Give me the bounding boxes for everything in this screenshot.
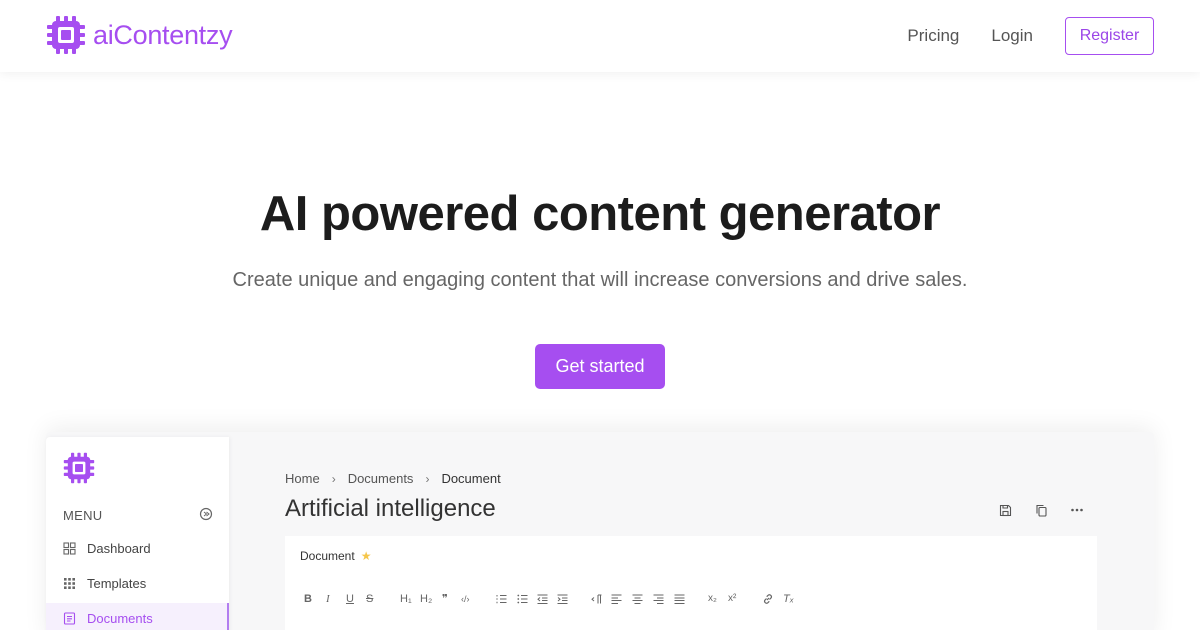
nav-pricing-link[interactable]: Pricing: [907, 26, 959, 46]
sidebar-item-templates[interactable]: Templates: [46, 568, 229, 598]
breadcrumb-home[interactable]: Home: [285, 471, 320, 486]
collapse-menu-icon[interactable]: [199, 507, 213, 521]
subscript-button[interactable]: x₂: [708, 591, 717, 607]
heading2-button[interactable]: H₂: [420, 591, 432, 607]
brand-name: aiContentzy: [93, 19, 233, 50]
app-preview: MENU Dashboard Templates Documents Home …: [46, 432, 1154, 630]
document-editor[interactable]: Document ★ B I U S H₁ H₂ ❞ ‹/› x₂ x² Tₓ: [285, 536, 1097, 630]
align-center-icon[interactable]: [632, 594, 643, 604]
code-button[interactable]: ‹/›: [461, 591, 470, 607]
top-nav: Pricing Login Register: [907, 17, 1154, 55]
align-left-icon[interactable]: [611, 594, 622, 604]
document-title: Artificial intelligence: [285, 495, 496, 522]
superscript-button[interactable]: x²: [728, 591, 736, 607]
document-actions: [998, 503, 1106, 517]
dashboard-icon: [63, 541, 76, 555]
breadcrumb-documents[interactable]: Documents: [348, 471, 414, 486]
app-sidebar: MENU Dashboard Templates Documents: [46, 437, 229, 630]
sidebar-item-label: Documents: [87, 610, 153, 626]
get-started-button[interactable]: Get started: [535, 344, 665, 389]
sidebar-item-documents[interactable]: Documents: [46, 603, 229, 630]
site-header: aiContentzy Pricing Login Register: [0, 0, 1200, 72]
ordered-list-icon[interactable]: [496, 594, 507, 604]
copy-icon[interactable]: [1034, 503, 1048, 517]
register-button[interactable]: Register: [1065, 17, 1154, 55]
chip-icon: [63, 452, 95, 484]
breadcrumb-current: Document: [441, 471, 501, 486]
save-icon[interactable]: [998, 503, 1012, 517]
italic-button[interactable]: I: [326, 591, 330, 607]
link-icon[interactable]: [762, 593, 774, 605]
outdent-icon[interactable]: [537, 594, 548, 604]
clear-format-button[interactable]: Tₓ: [783, 591, 794, 607]
nav-login-link[interactable]: Login: [991, 26, 1033, 46]
star-icon[interactable]: ★: [361, 549, 372, 563]
editor-label: Document: [300, 549, 355, 563]
indent-icon[interactable]: [557, 594, 568, 604]
menu-label: MENU: [63, 508, 103, 523]
hero-subtitle: Create unique and engaging content that …: [232, 269, 968, 291]
grid-icon: [63, 577, 76, 590]
brand-logo[interactable]: aiContentzy: [46, 15, 233, 55]
bullet-list-icon[interactable]: [517, 594, 528, 604]
text-direction-icon[interactable]: [591, 594, 602, 604]
align-right-icon[interactable]: [653, 594, 664, 604]
sidebar-item-label: Dashboard: [87, 540, 151, 556]
align-justify-icon[interactable]: [674, 594, 685, 604]
quote-button[interactable]: ❞: [442, 591, 448, 607]
document-icon: [63, 611, 76, 625]
sidebar-item-label: Templates: [87, 575, 147, 591]
more-icon[interactable]: [1070, 503, 1084, 517]
sidebar-item-dashboard[interactable]: Dashboard: [46, 533, 229, 563]
breadcrumb: Home › Documents › Document: [285, 471, 501, 486]
chip-icon: [47, 16, 85, 54]
editor-header: Document ★: [300, 549, 371, 563]
hero-title: AI powered content generator: [259, 187, 941, 241]
chevron-right-icon: ›: [425, 471, 430, 486]
chevron-right-icon: ›: [331, 471, 336, 486]
app-logo[interactable]: [63, 452, 95, 489]
underline-button[interactable]: U: [346, 591, 354, 607]
strike-button[interactable]: S: [366, 591, 373, 607]
heading1-button[interactable]: H₁: [400, 591, 412, 607]
bold-button[interactable]: B: [304, 591, 312, 607]
